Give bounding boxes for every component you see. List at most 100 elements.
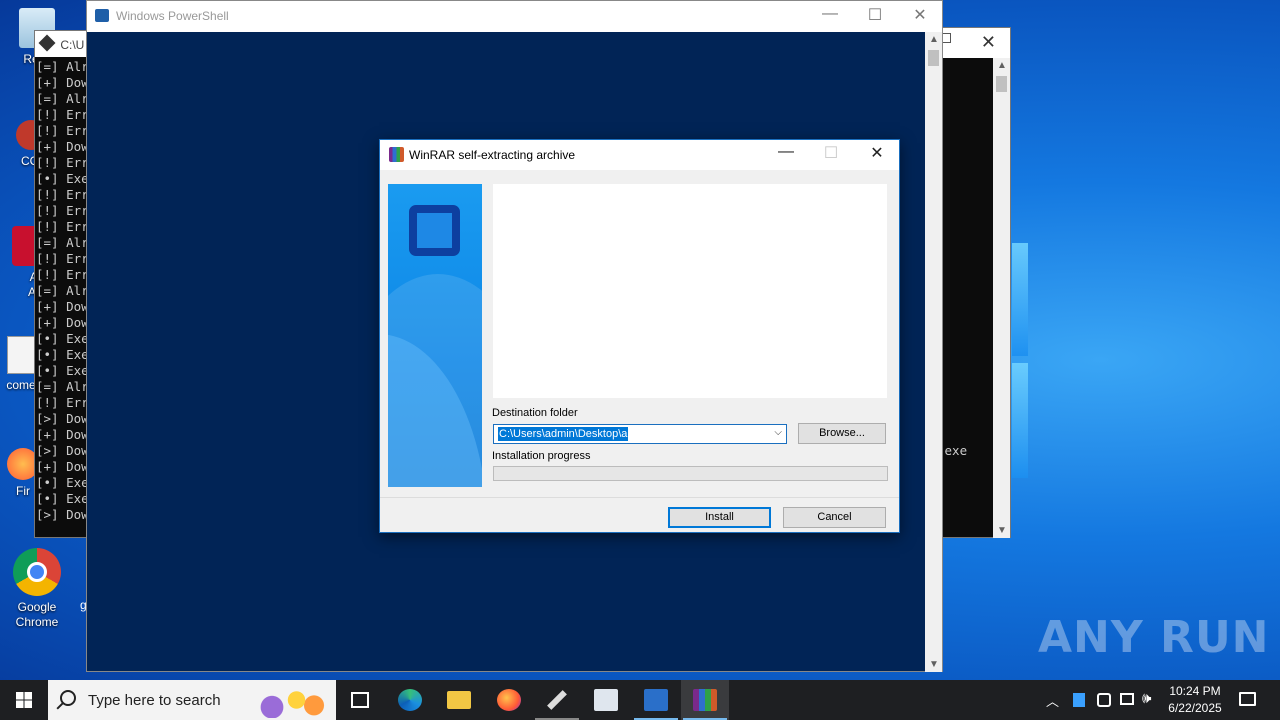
minimize-button[interactable]: — [807,5,853,29]
cmd-output-line: [+] Dow [36,315,89,330]
scrollbar-thumb[interactable] [996,76,1007,92]
cmd-output-line: [!] Err [36,123,89,138]
search-icon [60,690,76,706]
cmd-output-line: [+] Dow [36,427,89,442]
task-view-icon [351,692,369,708]
windows-logo-pane [1012,363,1028,478]
cmd-left-output: [=] Alr [+] Dow [=] Alr [!] Err [!] Err [+] D… [35,57,93,523]
cmd-output-line: [•] Exe [36,363,89,378]
cmd-output-line: [•] Exe [36,347,89,362]
destination-folder-combobox[interactable]: C:\Users\admin\Desktop\a ⌵ [493,424,787,444]
taskbar-network-monitor[interactable] [582,680,630,720]
desktop-icon-google-chrome[interactable]: Google Chrome [2,548,72,630]
taskbar-search[interactable]: Type here to search [48,680,336,720]
cmd-output-line: [+] Dow [36,75,89,90]
cmd-output-line: [+] Dow [36,139,89,154]
desktop-icon-label: Google Chrome [15,600,59,629]
minimize-button[interactable]: — [764,143,808,167]
search-input[interactable]: Type here to search [88,692,221,709]
chrome-icon [13,548,61,596]
cmd-output-line: [!] Err [36,155,89,170]
tray-chevron-up-icon[interactable]: ︿ [1046,691,1059,720]
scroll-down-icon[interactable]: ▼ [997,525,1007,536]
cmd-output-line: [=] Alr [36,235,89,250]
taskbar: Type here to search ︿ 🕪 10:24 PM 6/22/20… [0,680,1280,720]
firefox-icon [497,689,521,711]
cmd-output-line: [>] Dow [36,443,89,458]
taskbar-clock[interactable]: 10:24 PM 6/22/2025 [1160,683,1230,717]
tray-app-icon[interactable] [1073,693,1085,707]
cmd-output-line: [!] Err [36,187,89,202]
network-monitor-icon [594,689,618,711]
taskbar-edge[interactable] [386,680,434,720]
cmd-output-line: [•] Exe [36,171,89,186]
scroll-up-icon[interactable]: ▲ [997,60,1007,71]
maximize-button: ☐ [823,145,839,162]
document-icon [7,336,35,374]
tray-network-adapter-icon[interactable] [1097,693,1111,707]
edge-icon [398,689,422,711]
folder-icon [447,691,471,709]
browse-button[interactable]: Browse... [798,423,886,444]
powershell-scrollbar[interactable]: ▲ ▼ [925,32,942,672]
close-button[interactable]: ✕ [897,5,943,29]
cmd-output-line: [=] Alr [36,379,89,394]
cmd-output-line: [!] Err [36,203,89,218]
powershell-titlebar[interactable]: Windows PowerShell — ☐ ✕ [87,1,942,32]
cmd-window-left[interactable]: C:\U [=] Alr [+] Dow [=] Alr [!] Err [!] Err… [34,30,94,538]
close-icon[interactable]: ✕ [981,32,996,53]
winrar-side-banner [388,184,482,487]
cmd-output-line: [+] Dow [36,459,89,474]
windows-logo-pane [1012,243,1028,356]
cmd-output-line: [!] Err [36,251,89,266]
cmd-output-line: [!] Err [36,267,89,282]
desktop-icon-label: Fir [16,484,30,498]
taskbar-file-explorer[interactable] [435,680,483,720]
desktop: Recy CCl Ad Acr come Fir Google Chrome g… [0,0,1280,680]
cmd-left-titlebar[interactable]: C:\U [35,31,93,57]
taskbar-firefox[interactable] [485,680,533,720]
cmd-output-line: [!] Err [36,395,89,410]
destination-folder-value[interactable]: C:\Users\admin\Desktop\a [498,427,629,441]
cmd-output-line: [!] Err [36,219,89,234]
chevron-down-icon[interactable]: ⌵ [774,427,782,438]
cmd-right-scrollbar[interactable]: ▲ ▼ [993,58,1010,538]
cmd-output-line: [>] Dow [36,507,89,522]
winrar-dialog[interactable]: WinRAR self-extracting archive — ☐ ✕ Des… [379,139,900,533]
install-button[interactable]: Install [668,507,771,528]
scrollbar-thumb[interactable] [928,50,939,66]
clock-time: 10:24 PM [1169,684,1221,698]
taskbar-winrar[interactable] [681,680,729,720]
start-button[interactable] [0,680,48,720]
winrar-icon [693,689,717,711]
cmd-output-line: [=] Alr [36,59,89,74]
tray-volume-icon[interactable]: 🕪 [1142,690,1151,720]
scroll-up-icon[interactable]: ▲ [929,34,939,45]
powershell-title: Windows PowerShell [116,9,229,23]
taskbar-task-view[interactable] [336,680,384,720]
divider [380,497,899,498]
tray-network-icon[interactable] [1120,693,1134,705]
powershell-icon [644,689,668,711]
cmd-output-line: [+] Dow [36,299,89,314]
maximize-button[interactable]: ☐ [852,5,898,29]
anyrun-watermark: ANY RUN [1038,612,1270,663]
search-highlight-image [258,682,328,718]
cmd-output-line: [!] Err [36,107,89,122]
cancel-button[interactable]: Cancel [783,507,886,528]
installation-progress-bar [493,466,888,481]
installation-progress-label: Installation progress [492,450,591,462]
cmd-left-title: C:\U [60,38,85,52]
cmd-output-line: [•] Exe [36,331,89,346]
notification-icon[interactable] [1239,692,1256,706]
destination-folder-label: Destination folder [492,407,578,419]
taskbar-tool[interactable] [533,680,581,720]
taskbar-powershell[interactable] [632,680,680,720]
hammer-icon [38,34,56,52]
close-button[interactable]: ✕ [855,143,899,167]
desktop-icon-label: come [6,378,36,392]
cmd-output-line: [=] Alr [36,283,89,298]
winrar-titlebar[interactable]: WinRAR self-extracting archive — ☐ ✕ [380,140,899,170]
scroll-down-icon[interactable]: ▼ [929,659,939,670]
cmd-output-line: [•] Exe [36,475,89,490]
